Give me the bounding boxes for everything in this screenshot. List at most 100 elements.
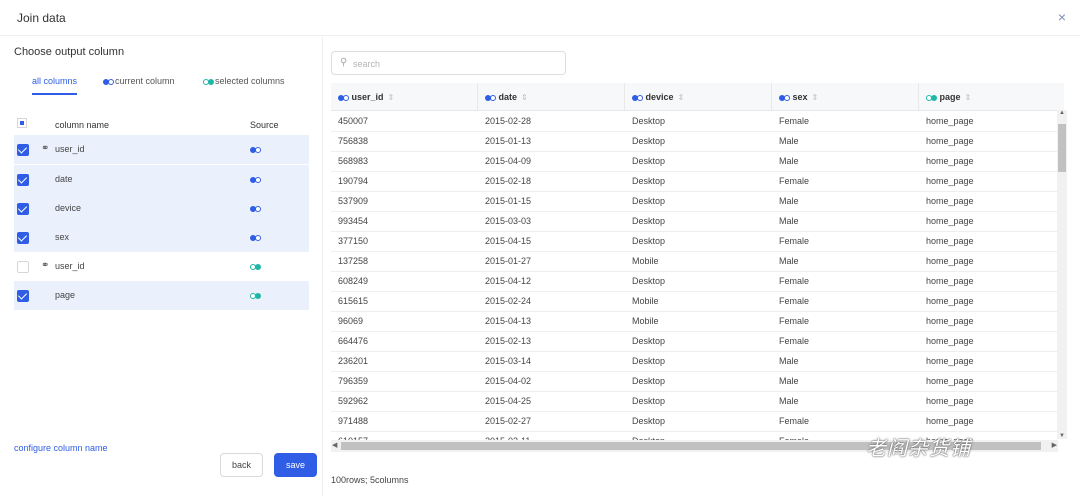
dialog-title: Join data (17, 11, 66, 25)
table-cell: home_page (926, 276, 974, 286)
table-cell: Mobile (632, 296, 659, 306)
table-header: user_id ⇕ date ⇕ device ⇕ sex ⇕ page ⇕ (331, 83, 1064, 111)
table-cell: Desktop (632, 336, 666, 346)
table-row: 137258 2015-01-27 Mobile Male home_page (331, 252, 1064, 272)
current-source-icon (103, 76, 114, 88)
table-row: 971488 2015-02-27 Desktop Female home_page (331, 412, 1064, 432)
current-source-icon (250, 175, 261, 186)
table-cell: Female (779, 116, 810, 126)
table-cell: 756838 (338, 136, 369, 146)
tab-all-columns[interactable]: all columns (32, 75, 78, 95)
header-page[interactable]: page ⇕ (919, 83, 1064, 111)
column-row[interactable]: ⚭ user_id (14, 135, 309, 164)
search-icon: ⚲ (340, 57, 348, 68)
table-cell: 537909 (338, 196, 369, 206)
header-label: user_id (351, 92, 384, 102)
sort-icon[interactable]: ⇕ (678, 93, 685, 102)
scroll-right-icon[interactable]: ▶ (1052, 441, 1057, 449)
table-cell: Male (779, 256, 799, 266)
column-row[interactable]: page (14, 281, 309, 310)
scroll-left-icon[interactable]: ◀ (332, 441, 337, 449)
column-name: page (55, 290, 76, 300)
table-cell: 2015-04-09 (485, 156, 532, 166)
table-cell: home_page (926, 416, 974, 426)
table-cell: 377150 (338, 236, 369, 246)
table-cell: Desktop (632, 396, 666, 406)
tab-current-column[interactable]: current column (103, 75, 175, 95)
table-row: 664476 2015-02-13 Desktop Female home_page (331, 332, 1064, 352)
column-checkbox[interactable] (17, 290, 29, 302)
tab-selected-columns[interactable]: selected columns (203, 75, 285, 95)
header-sex[interactable]: sex ⇕ (772, 83, 919, 111)
select-all-checkbox[interactable] (17, 118, 27, 128)
column-checkbox[interactable] (17, 232, 29, 244)
table-row: 190794 2015-02-18 Desktop Female home_page (331, 172, 1064, 192)
table-cell: 2015-04-02 (485, 376, 532, 386)
table-cell: Female (779, 176, 810, 186)
table-cell: Male (779, 356, 799, 366)
column-row[interactable]: sex (14, 223, 309, 252)
column-checkbox[interactable] (17, 261, 29, 273)
sort-icon[interactable]: ⇕ (388, 93, 395, 102)
table-cell: 96069 (338, 316, 364, 326)
table-cell: Male (779, 136, 799, 146)
table-cell: home_page (926, 376, 974, 386)
table-row: 796359 2015-04-02 Desktop Male home_page (331, 372, 1064, 392)
table-row: 537909 2015-01-15 Desktop Male home_page (331, 192, 1064, 212)
column-checkbox[interactable] (17, 174, 29, 186)
search-input[interactable] (353, 56, 553, 71)
header-date[interactable]: date ⇕ (478, 83, 625, 111)
header-label: sex (792, 92, 808, 102)
header-user-id[interactable]: user_id ⇕ (331, 83, 478, 111)
table-cell: 2015-04-15 (485, 236, 532, 246)
table-row: 592962 2015-04-25 Desktop Male home_page (331, 392, 1064, 412)
table-cell: 236201 (338, 356, 369, 366)
column-row[interactable]: device (14, 194, 309, 223)
save-button[interactable]: save (274, 453, 317, 477)
table-cell: Desktop (632, 376, 666, 386)
column-row[interactable]: ⚭ user_id (14, 252, 309, 281)
preview-table: user_id ⇕ date ⇕ device ⇕ sex ⇕ page ⇕ 450007… (331, 83, 1064, 450)
table-cell: home_page (926, 316, 974, 326)
preview-panel: ⚲ user_id⇕ date⇕ device⇕ sex⇕ page⇕ (324, 37, 1080, 496)
tab-label: selected columns (215, 76, 285, 86)
selected-source-icon (926, 92, 937, 102)
column-name: user_id (55, 144, 85, 154)
header-label: date (498, 92, 518, 102)
table-cell: Desktop (632, 276, 666, 286)
link-icon: ⚭ (41, 260, 50, 271)
column-checkbox[interactable] (17, 203, 29, 215)
back-button[interactable]: back (220, 453, 263, 477)
close-icon[interactable]: × (1058, 9, 1066, 25)
column-name: date (55, 174, 73, 184)
sort-icon[interactable]: ⇕ (521, 93, 528, 102)
search-box[interactable]: ⚲ (331, 51, 566, 75)
column-checkbox[interactable] (17, 144, 29, 156)
watermark: 老阎杂货铺 (866, 438, 971, 460)
configure-column-name-link[interactable]: configure column name (14, 443, 108, 453)
scroll-up-icon[interactable]: ▲ (1059, 110, 1065, 116)
column-chooser-panel: Choose output column all columns current… (0, 37, 323, 496)
scroll-down-icon[interactable]: ▼ (1059, 433, 1065, 439)
current-source-icon (250, 204, 261, 215)
scrollbar-thumb[interactable] (1058, 124, 1066, 172)
sort-icon[interactable]: ⇕ (965, 93, 972, 102)
current-source-icon (779, 92, 790, 102)
table-summary: 100rows; 5columns (331, 475, 409, 485)
current-source-icon (338, 92, 349, 102)
sort-icon[interactable]: ⇕ (812, 93, 819, 102)
table-cell: home_page (926, 256, 974, 266)
header-device[interactable]: device ⇕ (625, 83, 772, 111)
table-cell: Male (779, 216, 799, 226)
table-cell: home_page (926, 396, 974, 406)
column-row[interactable]: date (14, 165, 309, 194)
source-header: Source (250, 120, 279, 130)
table-cell: 615615 (338, 296, 369, 306)
current-source-icon (250, 145, 261, 156)
column-name: device (55, 203, 82, 213)
table-cell: 450007 (338, 116, 369, 126)
table-cell: Desktop (632, 236, 666, 246)
vertical-scrollbar[interactable]: ▲ ▼ (1057, 110, 1067, 439)
dialog-header: Join data × (0, 0, 1080, 36)
panel-title: Choose output column (14, 46, 125, 58)
